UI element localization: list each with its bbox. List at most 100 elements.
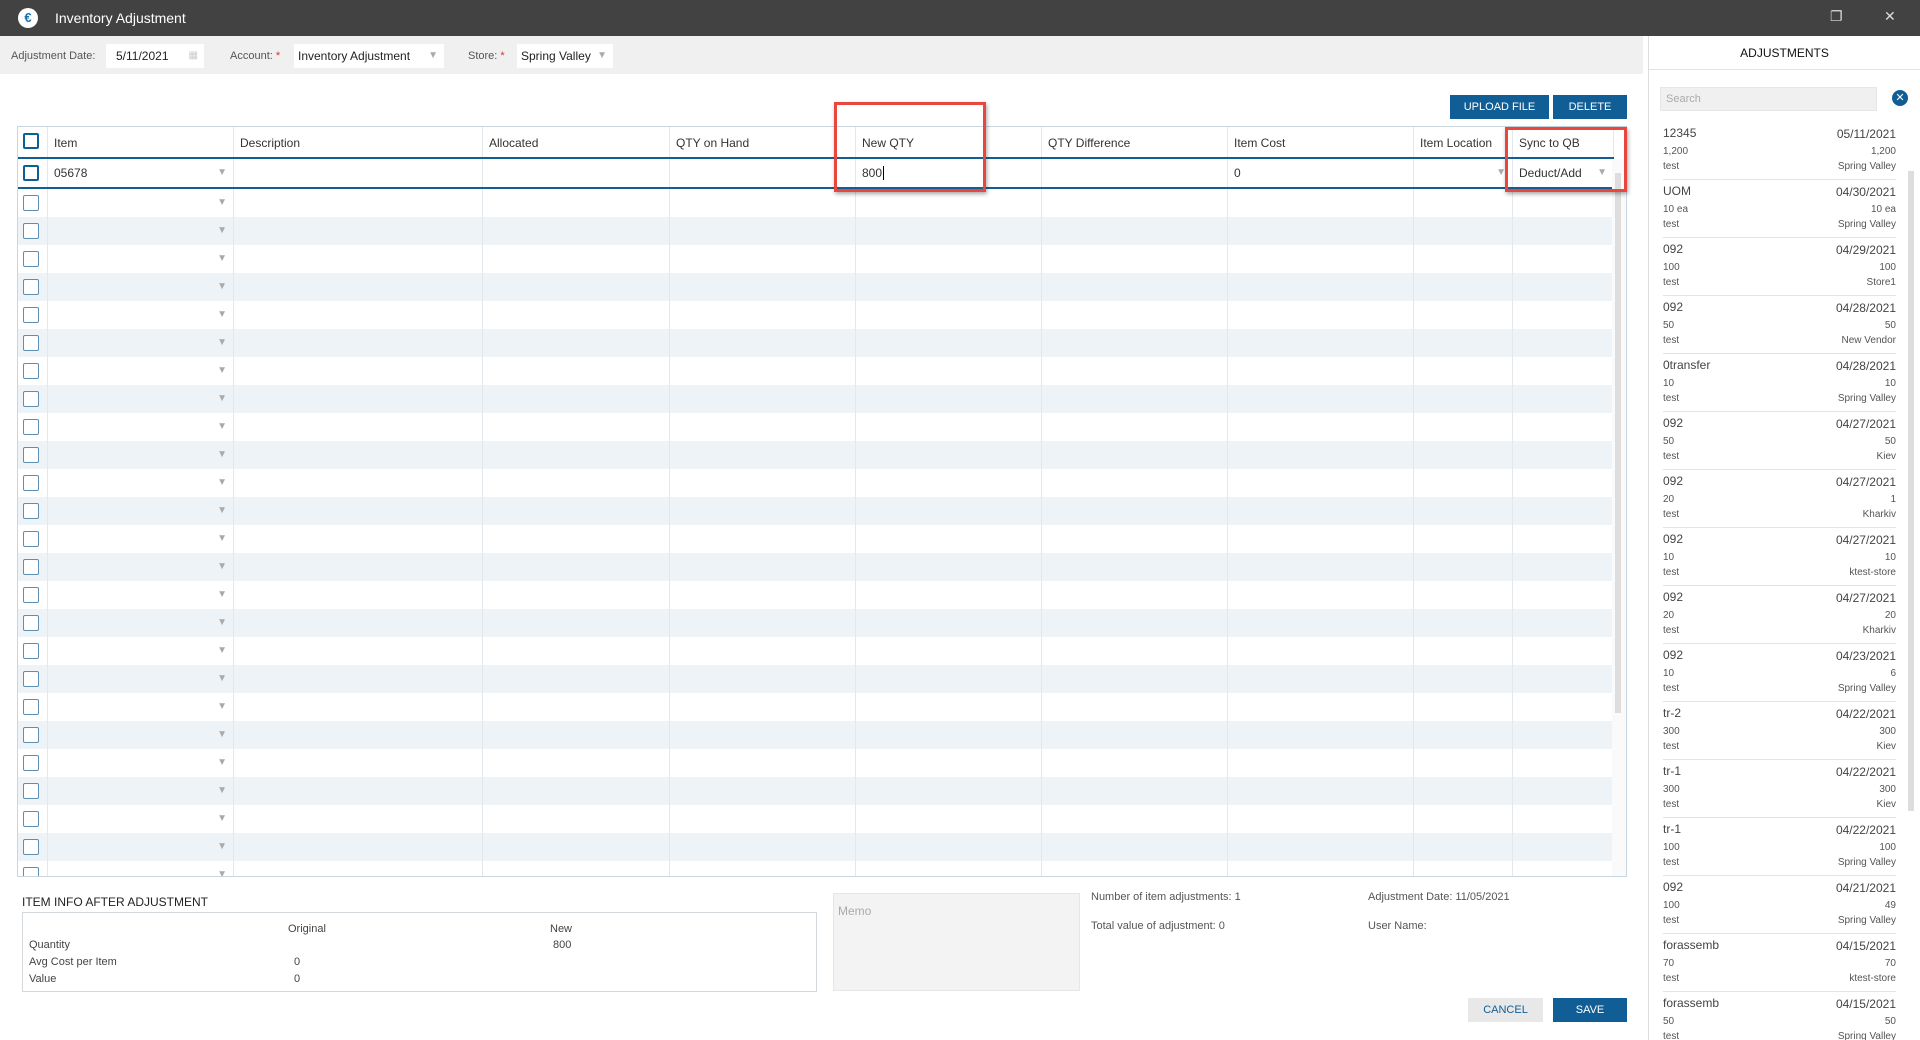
search-input[interactable]: Search bbox=[1660, 87, 1877, 111]
grid-cell[interactable] bbox=[483, 441, 670, 469]
grid-cell[interactable] bbox=[18, 497, 48, 525]
row-checkbox[interactable] bbox=[23, 223, 39, 239]
grid-cell[interactable] bbox=[1414, 217, 1513, 245]
row-checkbox[interactable] bbox=[23, 615, 39, 631]
grid-cell[interactable] bbox=[1042, 189, 1228, 217]
grid-cell[interactable] bbox=[18, 581, 48, 609]
grid-cell[interactable] bbox=[483, 749, 670, 777]
grid-cell[interactable] bbox=[856, 441, 1042, 469]
grid-cell[interactable] bbox=[670, 525, 856, 553]
adjustment-list-item[interactable]: 12345 05/11/2021 1,200 1,200 test Spring Vall… bbox=[1663, 122, 1896, 180]
table-row[interactable]: ▼ bbox=[18, 301, 1614, 329]
grid-cell[interactable] bbox=[670, 693, 856, 721]
table-row[interactable]: ▼ bbox=[18, 637, 1614, 665]
grid-cell[interactable] bbox=[856, 413, 1042, 441]
grid-cell[interactable] bbox=[1042, 301, 1228, 329]
grid-cell[interactable] bbox=[1042, 273, 1228, 301]
grid-cell[interactable] bbox=[1042, 329, 1228, 357]
grid-cell[interactable] bbox=[1513, 553, 1614, 581]
row-checkbox[interactable] bbox=[23, 165, 39, 181]
grid-cell[interactable] bbox=[670, 385, 856, 413]
grid-cell[interactable] bbox=[1042, 385, 1228, 413]
grid-cell[interactable] bbox=[670, 777, 856, 805]
grid-cell[interactable] bbox=[856, 637, 1042, 665]
col-qty-difference[interactable]: QTY Difference bbox=[1042, 127, 1228, 157]
grid-cell[interactable] bbox=[18, 525, 48, 553]
row-checkbox[interactable] bbox=[23, 363, 39, 379]
grid-cell[interactable] bbox=[1042, 637, 1228, 665]
table-row[interactable]: ▼ bbox=[18, 217, 1614, 245]
grid-cell[interactable] bbox=[1513, 413, 1614, 441]
table-row[interactable]: ▼ bbox=[18, 413, 1614, 441]
memo-textarea[interactable]: Memo bbox=[833, 893, 1080, 991]
grid-cell[interactable] bbox=[1414, 749, 1513, 777]
col-sync-to-qb[interactable]: Sync to QB bbox=[1513, 127, 1614, 157]
row-checkbox[interactable] bbox=[23, 559, 39, 575]
table-row[interactable]: ▼ bbox=[18, 329, 1614, 357]
grid-cell[interactable] bbox=[670, 749, 856, 777]
grid-cell[interactable] bbox=[18, 217, 48, 245]
grid-cell[interactable] bbox=[234, 497, 483, 525]
grid-cell[interactable] bbox=[234, 581, 483, 609]
grid-cell[interactable] bbox=[1228, 749, 1414, 777]
grid-cell[interactable] bbox=[856, 553, 1042, 581]
delete-button[interactable]: DELETE bbox=[1553, 95, 1627, 119]
row-checkbox[interactable] bbox=[23, 671, 39, 687]
grid-cell[interactable]: ▼ bbox=[48, 329, 234, 357]
row-checkbox[interactable] bbox=[23, 699, 39, 715]
grid-cell[interactable] bbox=[1042, 245, 1228, 273]
grid-cell[interactable] bbox=[1414, 441, 1513, 469]
grid-cell[interactable]: ▼ bbox=[48, 245, 234, 273]
grid-cell[interactable] bbox=[483, 525, 670, 553]
grid-cell[interactable] bbox=[234, 749, 483, 777]
grid-cell[interactable] bbox=[483, 665, 670, 693]
grid-cell[interactable] bbox=[1414, 525, 1513, 553]
adjustment-list-item[interactable]: 092 04/27/2021 20 20 test Kharkiv bbox=[1663, 586, 1896, 644]
grid-cell[interactable] bbox=[1228, 301, 1414, 329]
grid-cell[interactable] bbox=[1513, 329, 1614, 357]
grid-cell[interactable] bbox=[234, 553, 483, 581]
grid-cell[interactable] bbox=[1414, 301, 1513, 329]
grid-cell[interactable] bbox=[1042, 553, 1228, 581]
grid-cell[interactable] bbox=[1513, 693, 1614, 721]
grid-cell[interactable] bbox=[483, 413, 670, 441]
grid-cell[interactable] bbox=[1513, 777, 1614, 805]
grid-cell[interactable] bbox=[1414, 413, 1513, 441]
grid-cell[interactable] bbox=[483, 245, 670, 273]
grid-cell[interactable] bbox=[1228, 245, 1414, 273]
grid-cell[interactable] bbox=[483, 357, 670, 385]
adjustment-list-item[interactable]: 092 04/21/2021 100 49 test Spring Valley bbox=[1663, 876, 1896, 934]
table-row[interactable]: ▼ bbox=[18, 777, 1614, 805]
grid-cell[interactable] bbox=[1228, 273, 1414, 301]
grid-cell[interactable] bbox=[1228, 329, 1414, 357]
grid-cell[interactable] bbox=[1042, 749, 1228, 777]
grid-cell[interactable] bbox=[856, 777, 1042, 805]
grid-cell[interactable] bbox=[1414, 805, 1513, 833]
grid-cell[interactable] bbox=[483, 693, 670, 721]
row-checkbox[interactable] bbox=[23, 335, 39, 351]
grid-cell[interactable] bbox=[1414, 357, 1513, 385]
grid-cell[interactable] bbox=[1228, 721, 1414, 749]
row-checkbox[interactable] bbox=[23, 587, 39, 603]
grid-cell[interactable] bbox=[18, 721, 48, 749]
grid-cell[interactable] bbox=[1228, 581, 1414, 609]
grid-cell[interactable] bbox=[1042, 833, 1228, 861]
grid-scroll-thumb[interactable] bbox=[1615, 173, 1621, 713]
grid-cell[interactable] bbox=[18, 861, 48, 876]
grid-cell[interactable] bbox=[1513, 525, 1614, 553]
account-select[interactable]: Inventory Adjustment ▼ bbox=[294, 44, 444, 68]
grid-cell[interactable]: ▼ bbox=[48, 665, 234, 693]
adjustment-list-item[interactable]: 0transfer 04/28/2021 10 10 test Spring Valley bbox=[1663, 354, 1896, 412]
row-checkbox[interactable] bbox=[23, 755, 39, 771]
grid-cell[interactable]: ▼ bbox=[48, 217, 234, 245]
adjustment-list-item[interactable]: 092 04/28/2021 50 50 test New Vendor bbox=[1663, 296, 1896, 354]
adjustment-list-item[interactable]: forassemb 04/15/2021 70 70 test ktest-store bbox=[1663, 934, 1896, 992]
grid-cell[interactable] bbox=[483, 637, 670, 665]
grid-cell[interactable] bbox=[1513, 833, 1614, 861]
grid-cell[interactable] bbox=[1513, 861, 1614, 876]
row-checkbox[interactable] bbox=[23, 867, 39, 876]
grid-cell[interactable] bbox=[483, 329, 670, 357]
grid-cell[interactable] bbox=[234, 637, 483, 665]
grid-cell[interactable] bbox=[670, 301, 856, 329]
grid-cell[interactable] bbox=[234, 777, 483, 805]
